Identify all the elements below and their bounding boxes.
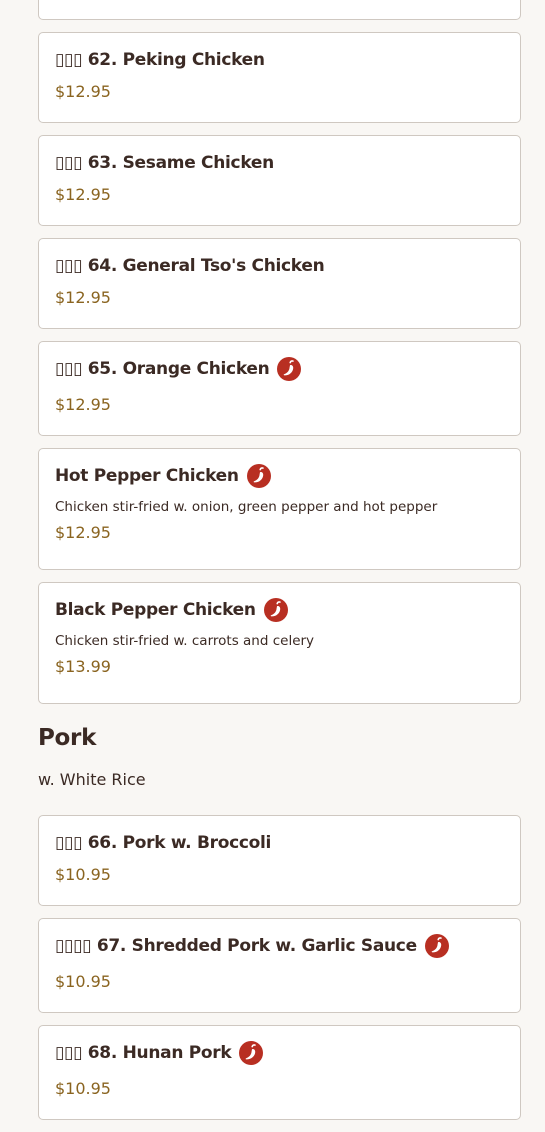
- item-name-row: Black Pepper Chicken: [55, 597, 504, 623]
- item-price: $10.95: [55, 972, 111, 991]
- item-price: $12.95: [55, 82, 111, 101]
- menu-item-card[interactable]: ▯▯▯▯ 67. Shredded Pork w. Garlic Sauce $…: [38, 918, 521, 1013]
- item-name-row: ▯▯▯▯ 67. Shredded Pork w. Garlic Sauce: [55, 933, 504, 959]
- section-subtitle: w. White Rice: [38, 770, 146, 789]
- menu-item-card[interactable]: Hot Pepper Chicken Chicken stir-fried w.…: [38, 448, 521, 570]
- menu-list: ▯▯▯ 62. Peking Chicken $12.95 ▯▯▯ 63. Se…: [38, 0, 521, 1132]
- menu-page: { "colors": { "background": "#f9f7f4", "…: [0, 0, 545, 1121]
- item-name: ▯▯▯ 64. General Tso's Chicken: [55, 256, 325, 276]
- item-price: $10.95: [55, 865, 111, 884]
- menu-item-card[interactable]: ▯▯▯ 63. Sesame Chicken $12.95: [38, 135, 521, 226]
- item-price: $12.95: [55, 185, 111, 204]
- item-price: $12.95: [55, 395, 111, 414]
- menu-item-card[interactable]: ▯▯▯ 66. Pork w. Broccoli $10.95: [38, 815, 521, 906]
- item-description: Chicken stir-fried w. onion, green peppe…: [55, 499, 438, 515]
- item-name-row: Hot Pepper Chicken: [55, 463, 504, 489]
- item-name-row: ▯▯▯ 64. General Tso's Chicken: [55, 253, 504, 279]
- menu-item-card[interactable]: ▯▯▯ 62. Peking Chicken $12.95: [38, 32, 521, 123]
- menu-item-card-partial[interactable]: [38, 0, 521, 20]
- chili-pepper-icon: [263, 598, 288, 622]
- chili-pepper-icon: [277, 357, 302, 381]
- chili-pepper-icon: [246, 464, 271, 488]
- item-name: ▯▯▯ 63. Sesame Chicken: [55, 153, 274, 173]
- item-name: ▯▯▯▯ 67. Shredded Pork w. Garlic Sauce: [55, 936, 417, 956]
- item-name: ▯▯▯ 62. Peking Chicken: [55, 50, 265, 70]
- item-name: ▯▯▯ 65. Orange Chicken: [55, 359, 270, 379]
- item-name-row: ▯▯▯ 68. Hunan Pork: [55, 1040, 504, 1066]
- menu-item-card[interactable]: ▯▯▯ 65. Orange Chicken $12.95: [38, 341, 521, 436]
- item-name: ▯▯▯ 68. Hunan Pork: [55, 1043, 232, 1063]
- item-name-row: ▯▯▯ 63. Sesame Chicken: [55, 150, 504, 176]
- item-price: $10.95: [55, 1079, 111, 1098]
- chili-pepper-icon: [424, 934, 449, 958]
- item-name-row: ▯▯▯ 66. Pork w. Broccoli: [55, 830, 504, 856]
- item-name: ▯▯▯ 66. Pork w. Broccoli: [55, 833, 272, 853]
- item-name-row: ▯▯▯ 62. Peking Chicken: [55, 47, 504, 73]
- menu-item-card[interactable]: ▯▯▯ 68. Hunan Pork $10.95: [38, 1025, 521, 1120]
- item-price: $12.95: [55, 523, 111, 542]
- item-price: $12.95: [55, 288, 111, 307]
- chili-pepper-icon: [239, 1041, 264, 1065]
- item-description: Chicken stir-fried w. carrots and celery: [55, 633, 315, 649]
- section-title: Pork: [38, 725, 97, 751]
- item-price: $13.99: [55, 657, 111, 676]
- menu-item-card[interactable]: Black Pepper Chicken Chicken stir-fried …: [38, 582, 521, 704]
- pork-section-header: Pork w. White Rice: [38, 716, 521, 789]
- item-name: Black Pepper Chicken: [55, 600, 256, 620]
- item-name: Hot Pepper Chicken: [55, 466, 239, 486]
- item-name-row: ▯▯▯ 65. Orange Chicken: [55, 356, 504, 382]
- menu-item-card[interactable]: ▯▯▯ 64. General Tso's Chicken $12.95: [38, 238, 521, 329]
